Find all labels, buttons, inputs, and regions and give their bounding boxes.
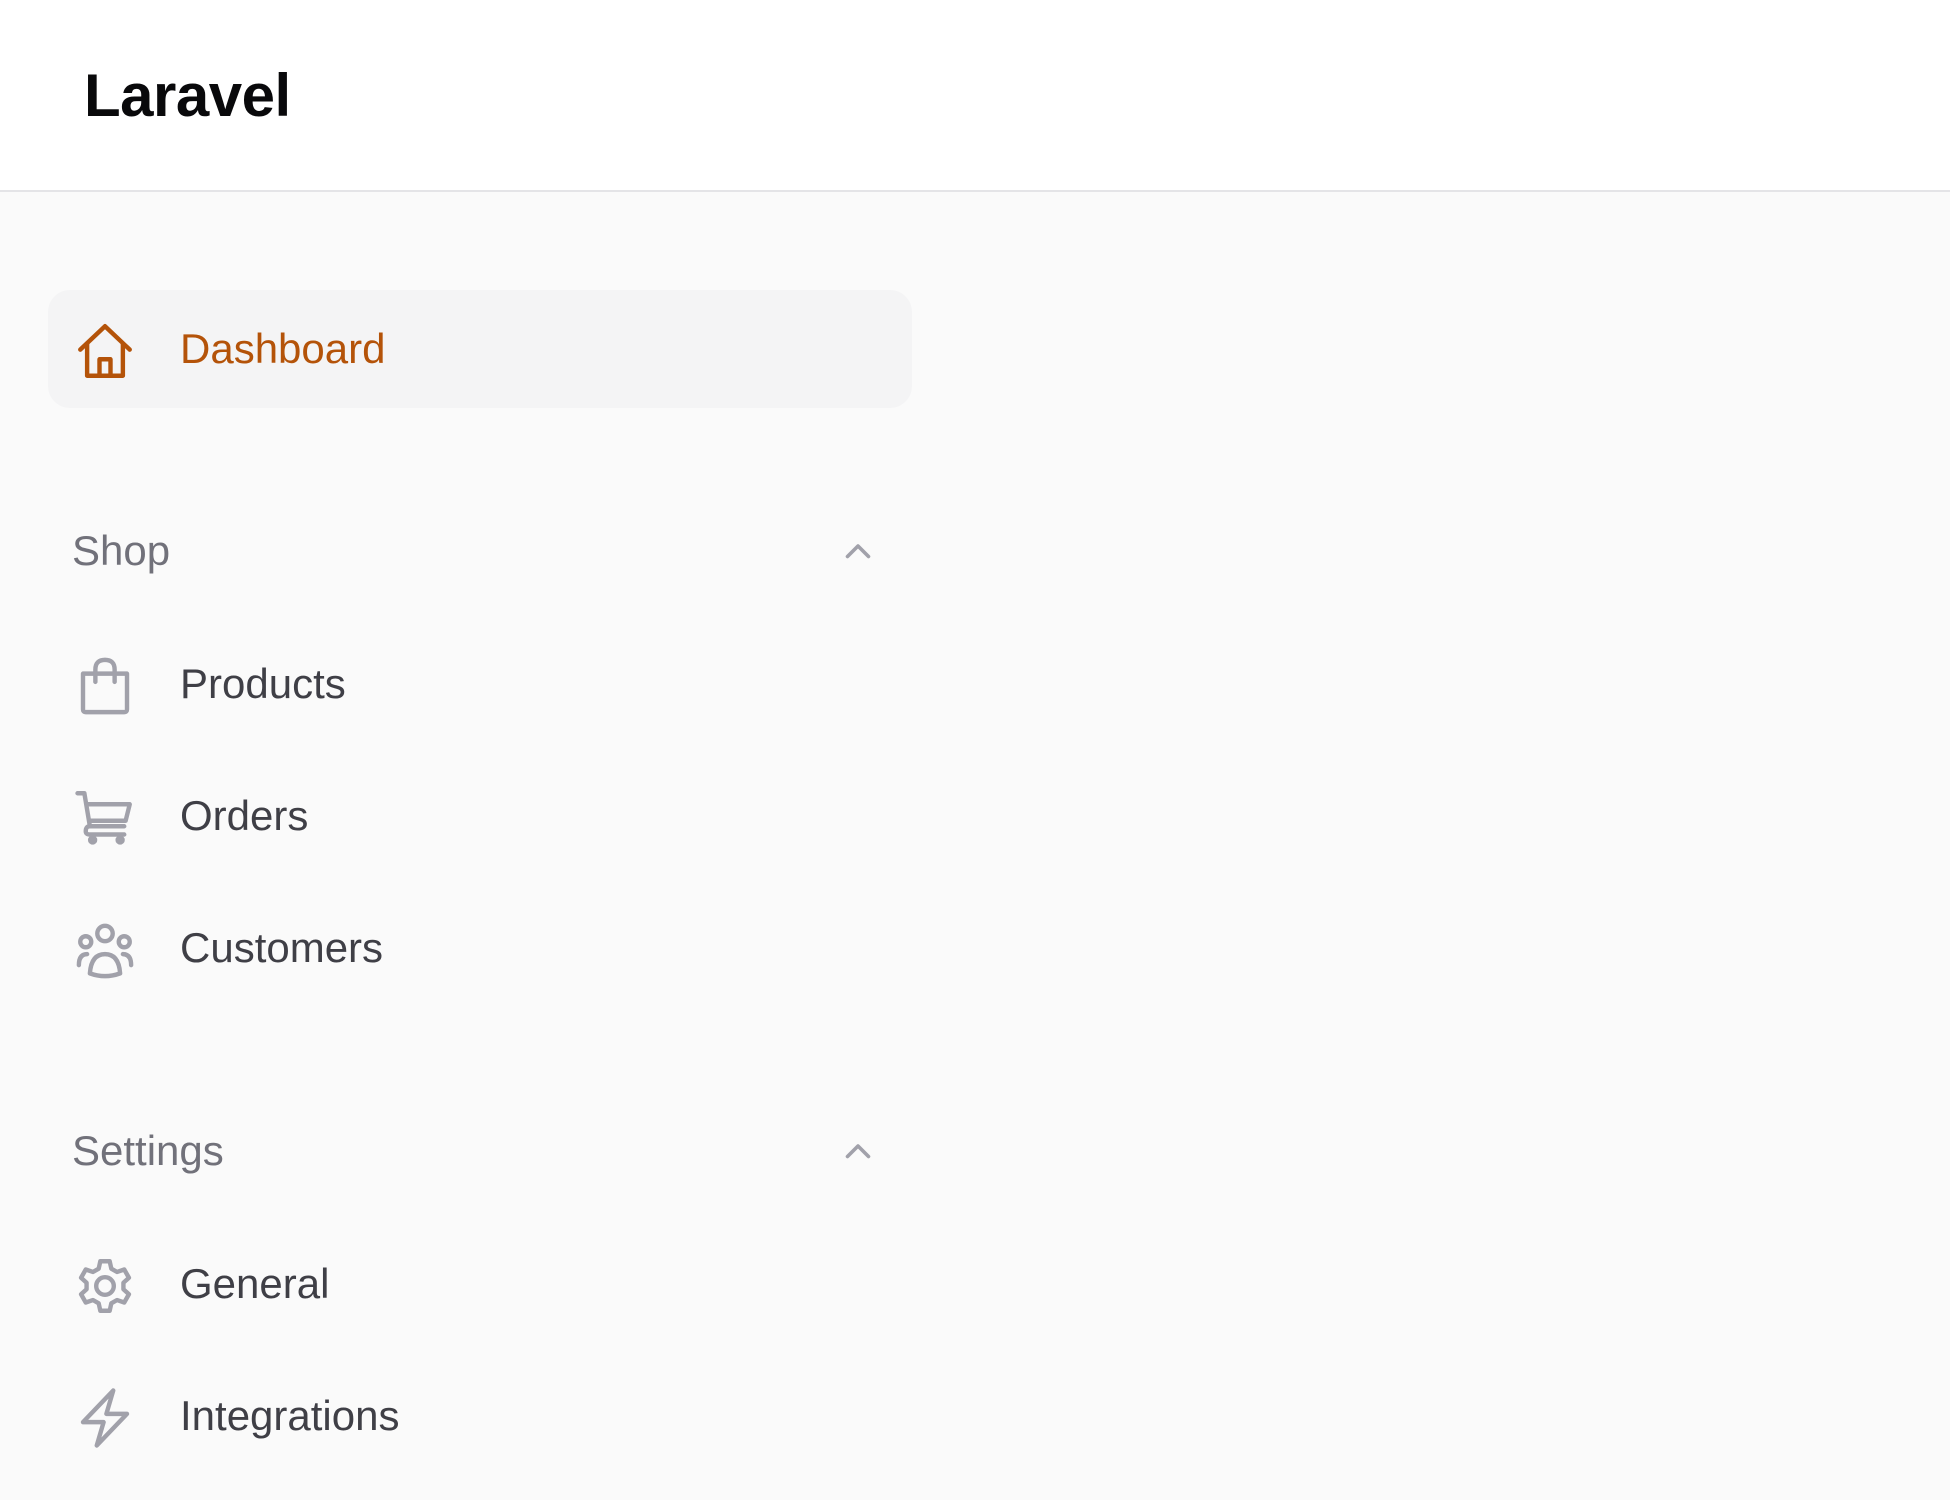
sidebar-item-label: Orders — [180, 792, 309, 839]
sidebar-item-label: General — [180, 1260, 330, 1307]
sidebar-item-label: Customers — [180, 924, 384, 971]
sidebar-item-integrations[interactable]: Integrations — [48, 1357, 912, 1475]
home-icon — [72, 318, 138, 384]
top-bar: Laravel — [0, 0, 1950, 192]
sidebar-nav: Dashboard Shop Products Orders Customers… — [0, 192, 960, 1500]
sidebar-item-customers[interactable]: Customers — [48, 889, 912, 1007]
users-icon — [72, 917, 138, 983]
gear-icon — [72, 1253, 138, 1319]
sidebar-item-label: Integrations — [180, 1392, 400, 1439]
sidebar-item-label: Dashboard — [180, 325, 386, 372]
brand-title[interactable]: Laravel — [84, 60, 291, 132]
sidebar-item-orders[interactable]: Orders — [48, 757, 912, 875]
sidebar-item-general[interactable]: General — [48, 1225, 912, 1343]
sidebar-item-products[interactable]: Products — [48, 625, 912, 743]
group-label: Shop — [72, 527, 171, 574]
group-header-shop[interactable]: Shop — [72, 516, 892, 586]
sidebar-item-dashboard[interactable]: Dashboard — [48, 290, 912, 408]
bolt-icon — [72, 1385, 138, 1451]
chevron-up-icon — [840, 534, 876, 570]
group-header-settings[interactable]: Settings — [72, 1116, 892, 1186]
group-label: Settings — [72, 1127, 224, 1174]
shopping-bag-icon — [72, 653, 138, 719]
sidebar-item-label: Products — [180, 660, 346, 707]
chevron-up-icon — [840, 1134, 876, 1170]
shopping-cart-icon — [72, 785, 138, 851]
